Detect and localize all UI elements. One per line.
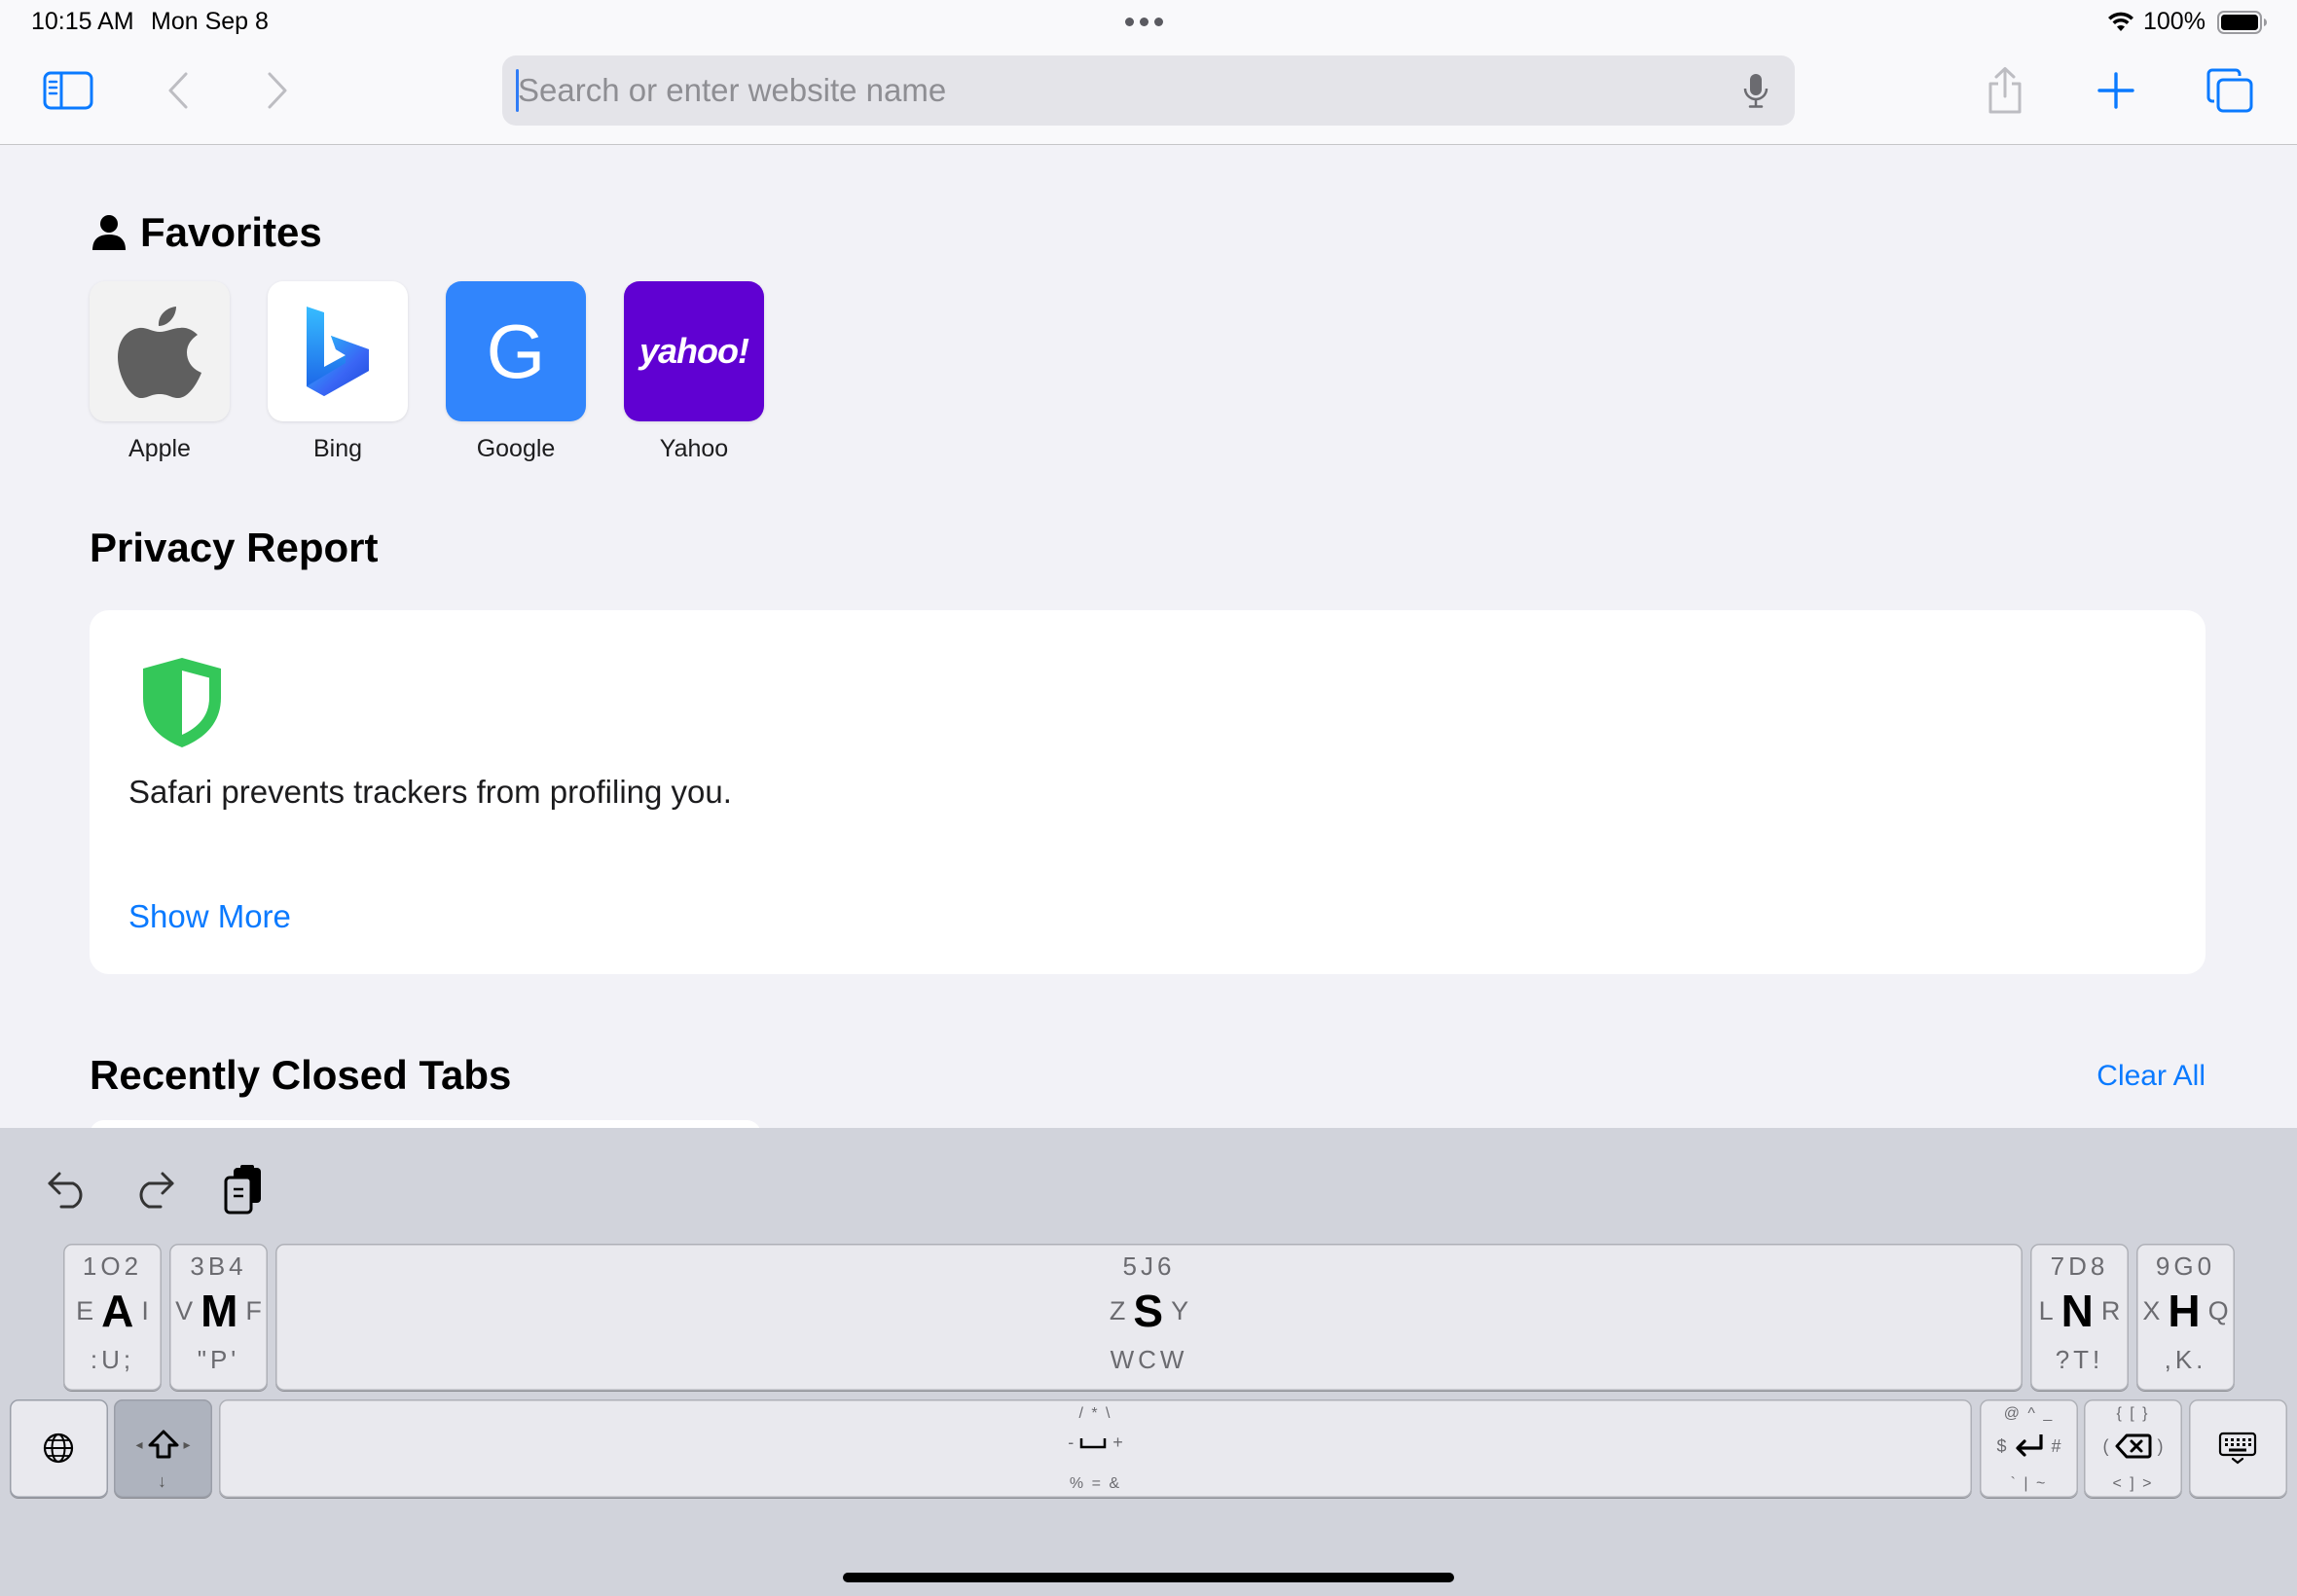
plus-icon xyxy=(2097,72,2134,109)
status-date: Mon Sep 8 xyxy=(151,8,269,35)
undo-icon xyxy=(48,1172,83,1209)
new-tab-button[interactable] xyxy=(2089,60,2143,121)
return-icon xyxy=(2015,1434,2043,1457)
share-icon xyxy=(1988,67,2022,114)
shield-icon xyxy=(143,658,221,747)
paste-button[interactable] xyxy=(214,1155,273,1223)
sidebar-button[interactable] xyxy=(39,66,97,115)
bing-logo-icon xyxy=(307,307,369,396)
key-a[interactable]: 1O2 EAI :U; xyxy=(63,1244,162,1391)
text-caret xyxy=(516,69,519,112)
on-screen-keyboard: 1O2 EAI :U; 3B4 VMF "P' 5J6 ZSY WCW 7D8 … xyxy=(0,1128,2297,1596)
share-button[interactable] xyxy=(1978,58,2032,123)
home-indicator[interactable] xyxy=(843,1573,1454,1582)
undo-button[interactable] xyxy=(39,1155,97,1223)
multitasking-dots-icon[interactable] xyxy=(1125,18,1163,26)
paste-icon xyxy=(224,1165,261,1215)
privacy-report-card[interactable]: Safari prevents trackers from profiling … xyxy=(90,610,2206,974)
favorite-label: Yahoo xyxy=(659,435,729,462)
key-n[interactable]: 7D8 LNR ?T! xyxy=(2030,1244,2129,1391)
apple-logo-icon xyxy=(118,307,201,398)
favorite-google[interactable]: G Google xyxy=(446,281,586,466)
tabs-overview-icon xyxy=(2206,68,2253,113)
battery-percent: 100% xyxy=(2143,8,2206,35)
globe-key[interactable] xyxy=(10,1399,108,1498)
favorite-label: Apple xyxy=(128,435,191,462)
favorite-label: Bing xyxy=(312,435,363,462)
address-input[interactable] xyxy=(518,55,1715,126)
delete-key[interactable]: { [ } ( ) < ] > xyxy=(2084,1399,2182,1498)
favorite-tile[interactable] xyxy=(90,281,230,421)
microphone-icon xyxy=(1743,74,1768,108)
favorites-heading: Favorites xyxy=(90,209,322,256)
privacy-report-heading: Privacy Report xyxy=(90,525,379,570)
dictation-button[interactable] xyxy=(1738,71,1773,110)
favorite-tile[interactable]: yahoo! xyxy=(624,281,764,421)
recently-closed-heading: Recently Closed Tabs xyxy=(90,1052,512,1098)
battery-icon xyxy=(2217,11,2267,34)
globe-icon xyxy=(43,1433,74,1464)
favorite-tile[interactable] xyxy=(268,281,408,421)
shift-icon xyxy=(148,1430,178,1459)
favorite-tile[interactable]: G xyxy=(446,281,586,421)
tab-overview-button[interactable] xyxy=(2202,60,2258,121)
space-key[interactable]: / * \ - + % = & xyxy=(219,1399,1972,1498)
keyboard-dismiss-icon xyxy=(2218,1432,2257,1465)
shift-key[interactable]: ◂ ▸ ↓ xyxy=(114,1399,212,1498)
sidebar-icon xyxy=(43,71,93,110)
space-icon xyxy=(1079,1437,1107,1448)
favorite-apple[interactable]: Apple xyxy=(90,281,230,466)
status-bar: 10:15 AM Mon Sep 8 100% xyxy=(0,0,2297,47)
recently-closed-card[interactable] xyxy=(90,1120,761,1128)
back-button[interactable] xyxy=(156,66,201,115)
key-h[interactable]: 9G0 XHQ ,K. xyxy=(2136,1244,2235,1391)
privacy-report-message: Safari prevents trackers from profiling … xyxy=(128,774,732,810)
return-key[interactable]: @ ^ _ $ # ` | ~ xyxy=(1980,1399,2078,1498)
person-icon xyxy=(92,215,126,250)
status-time: 10:15 AM xyxy=(31,8,134,35)
address-bar[interactable] xyxy=(502,55,1795,126)
chevron-left-icon xyxy=(168,72,188,109)
clear-all-button[interactable]: Clear All xyxy=(2096,1060,2206,1093)
key-m[interactable]: 3B4 VMF "P' xyxy=(169,1244,268,1391)
forward-button[interactable] xyxy=(255,66,300,115)
favorite-label: Google xyxy=(476,435,556,462)
delete-icon xyxy=(2115,1433,2151,1459)
keyboard-dismiss-key[interactable] xyxy=(2189,1399,2287,1498)
key-s[interactable]: 5J6 ZSY WCW xyxy=(275,1244,2023,1391)
favorite-bing[interactable]: Bing xyxy=(268,281,408,466)
redo-button[interactable] xyxy=(125,1155,183,1223)
redo-icon xyxy=(139,1172,174,1209)
google-letter-icon: G xyxy=(486,308,546,394)
browser-toolbar xyxy=(0,47,2297,145)
favorite-yahoo[interactable]: yahoo! Yahoo xyxy=(624,281,764,466)
show-more-link[interactable]: Show More xyxy=(128,898,291,935)
start-page: Favorites Apple Bing G Google yahoo! Yah… xyxy=(0,145,2297,1128)
yahoo-wordmark-icon: yahoo! xyxy=(638,331,749,371)
wifi-icon xyxy=(2108,12,2133,31)
chevron-right-icon xyxy=(268,72,287,109)
